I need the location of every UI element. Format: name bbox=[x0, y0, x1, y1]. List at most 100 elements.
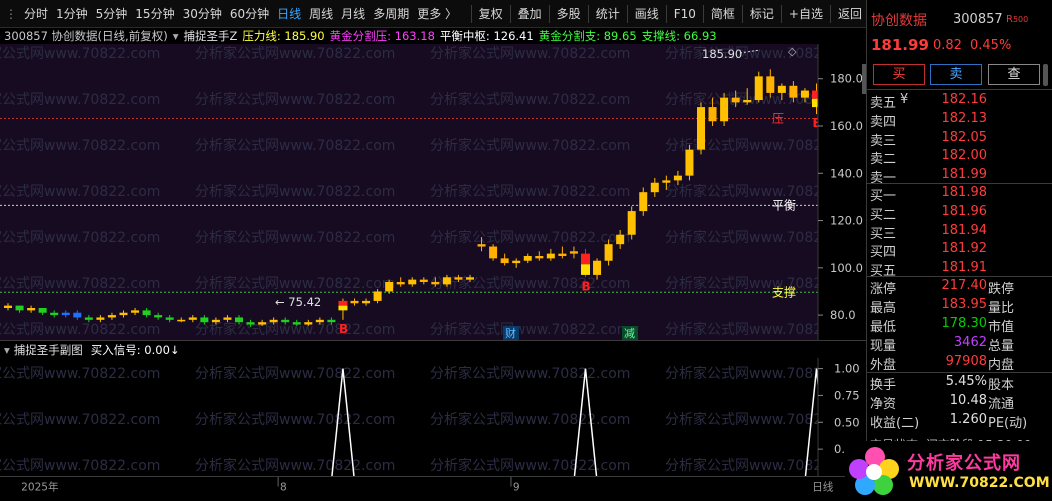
watermark-text: 分析家公式网www.70822.com bbox=[195, 275, 395, 292]
candle-body bbox=[338, 300, 348, 306]
candle-body bbox=[766, 76, 775, 93]
main-candlestick-chart[interactable]: 分析家公式网www.70822.com 分析家公式网www.70822.com 分析… bbox=[0, 44, 866, 340]
asks-row[interactable]: 卖三 182.05 bbox=[867, 130, 1052, 149]
finance-badge-label: 财 bbox=[505, 326, 516, 340]
asks-price: 182.00 bbox=[941, 148, 988, 164]
candle-body bbox=[535, 256, 544, 259]
candle-body bbox=[338, 305, 348, 311]
candle-body bbox=[442, 277, 451, 285]
stat-label-2: 总量 bbox=[988, 339, 1015, 354]
menu-grip-icon[interactable]: ⋮ bbox=[0, 7, 20, 21]
stat-label-2: 股本 bbox=[988, 378, 1015, 393]
tool-button[interactable]: 复权 bbox=[475, 3, 507, 25]
asks-row[interactable]: 卖五 ¥182.16 bbox=[867, 92, 1052, 111]
query-button[interactable]: 查 bbox=[988, 64, 1040, 85]
asks-row[interactable]: 卖四 182.13 bbox=[867, 111, 1052, 130]
candle-body bbox=[581, 264, 590, 275]
period-button[interactable]: 日线 bbox=[273, 3, 305, 25]
candle-body bbox=[408, 279, 417, 285]
signal-arrow-icon: ↓ bbox=[169, 342, 180, 357]
candle-body bbox=[61, 312, 70, 316]
stat-value: 5.45% bbox=[945, 374, 987, 389]
tool-button[interactable]: 画线 bbox=[631, 3, 663, 25]
watermark-text: 分析家公式网www.70822.com bbox=[430, 365, 630, 382]
candle-body bbox=[800, 90, 809, 98]
watermark-text: 分析家公式网www.70822.com bbox=[195, 45, 395, 62]
candle-body bbox=[396, 282, 405, 285]
period-button[interactable]: 30分钟 bbox=[179, 3, 226, 25]
price-axis: 80.0 100.0 120.0 140.0 160.0 180.0 bbox=[817, 44, 866, 340]
period-button[interactable]: 多周期 bbox=[369, 3, 413, 25]
bids-row[interactable]: 买四 181.92 bbox=[867, 241, 1052, 260]
collapse-caret-icon[interactable]: ▾ bbox=[4, 343, 10, 357]
tool-button[interactable]: F10 bbox=[670, 3, 700, 25]
tool-buttons: 复权 叠加 多股 统计 画线 F10 简框 标记 +自选 返回 bbox=[468, 3, 866, 25]
candle-body bbox=[697, 107, 705, 150]
indicator-name[interactable]: 捕捉圣手Z bbox=[183, 28, 237, 44]
candle-body bbox=[373, 291, 382, 301]
tool-button[interactable]: +自选 bbox=[785, 3, 827, 25]
period-button[interactable]: 1分钟 bbox=[52, 3, 92, 25]
tool-button[interactable]: 简框 bbox=[707, 3, 739, 25]
period-button[interactable]: 周线 bbox=[305, 3, 337, 25]
x-tick-label: 日线 bbox=[812, 480, 834, 493]
period-button[interactable]: 分时 bbox=[20, 3, 52, 25]
candle-body bbox=[188, 317, 197, 320]
asks-label: 卖五 bbox=[870, 96, 897, 111]
candle-body bbox=[177, 319, 186, 322]
watermark-text: 分析家公式网www.70822.com bbox=[195, 365, 395, 382]
watermark-text: 分析家公式网www.70822.com bbox=[195, 457, 395, 474]
toolbar-separator bbox=[626, 4, 628, 23]
tool-button[interactable]: 统计 bbox=[592, 3, 624, 25]
toolbar-separator bbox=[702, 4, 704, 23]
candle-body bbox=[639, 192, 648, 212]
tool-button[interactable]: 标记 bbox=[746, 3, 778, 25]
tool-button[interactable]: 返回 bbox=[834, 3, 866, 25]
bids-price: 181.98 bbox=[941, 185, 988, 200]
tool-button[interactable]: 叠加 bbox=[514, 3, 546, 25]
period-button[interactable]: 60分钟 bbox=[226, 3, 273, 25]
scroll-handle[interactable] bbox=[1043, 64, 1048, 86]
sub-y-tick-label: 1.00 bbox=[834, 362, 860, 376]
watermark-text: 分析家公式网www.70822.com bbox=[430, 321, 630, 338]
candle-body bbox=[789, 85, 798, 98]
period-button[interactable]: 15分钟 bbox=[131, 3, 178, 25]
buy-button[interactable]: 买 bbox=[873, 64, 925, 85]
candle-body bbox=[419, 279, 428, 282]
tool-button[interactable]: 多股 bbox=[553, 3, 585, 25]
stat-label: 收益(二) bbox=[870, 416, 920, 431]
y-tick-label: 80.0 bbox=[830, 308, 856, 322]
candle-body bbox=[73, 312, 82, 318]
logo-name: 分析家公式网 bbox=[907, 453, 1021, 474]
period-button[interactable]: 5分钟 bbox=[92, 3, 132, 25]
bids-row[interactable]: 买三 181.94 bbox=[867, 223, 1052, 242]
stat-label-2: PE(动) bbox=[988, 416, 1028, 431]
bids-row[interactable]: 买一 181.98 bbox=[867, 185, 1052, 204]
asks-price: 181.99 bbox=[941, 167, 988, 183]
candle-body bbox=[777, 85, 786, 93]
asks-row[interactable]: 卖二 182.00 bbox=[867, 148, 1052, 167]
asks-price: 182.13 bbox=[941, 110, 988, 126]
asks-label: 卖三 bbox=[870, 133, 897, 149]
bids-row[interactable]: 买二 181.96 bbox=[867, 204, 1052, 223]
watermark-text: 分析家公式网www.70822.com bbox=[195, 411, 395, 428]
support-line-value: 支撑线: 66.93 bbox=[641, 29, 717, 43]
watermark-text: 分析家公式网www.70822.com bbox=[430, 229, 630, 246]
candle-body bbox=[673, 175, 682, 181]
sub-indicator-name[interactable]: 捕捉圣手副图 bbox=[14, 342, 83, 358]
y-tick-label: 140.0 bbox=[830, 166, 863, 180]
period-button[interactable]: 月线 bbox=[337, 3, 369, 25]
stat-label: 涨停 bbox=[870, 282, 897, 297]
expand-icon[interactable]: ◇ bbox=[788, 45, 797, 58]
reduce-badge-label: 减 bbox=[624, 327, 635, 340]
dropdown-caret-icon[interactable]: ▾ bbox=[173, 29, 179, 43]
buy-signal-chart[interactable]: 分析家公式网www.70822.com 分析家公式网www.70822.com 分析… bbox=[0, 358, 866, 476]
watermark-text: 分析家公式网www.70822.com bbox=[0, 137, 160, 154]
candle-body bbox=[165, 317, 174, 320]
stat-value: 178.30 bbox=[941, 316, 988, 331]
stat-label-2: 内盘 bbox=[988, 358, 1015, 373]
sell-button[interactable]: 卖 bbox=[930, 64, 982, 85]
period-button[interactable]: 更多 〉 bbox=[413, 3, 461, 25]
divider bbox=[867, 372, 1052, 373]
bids-label: 买二 bbox=[870, 207, 897, 223]
